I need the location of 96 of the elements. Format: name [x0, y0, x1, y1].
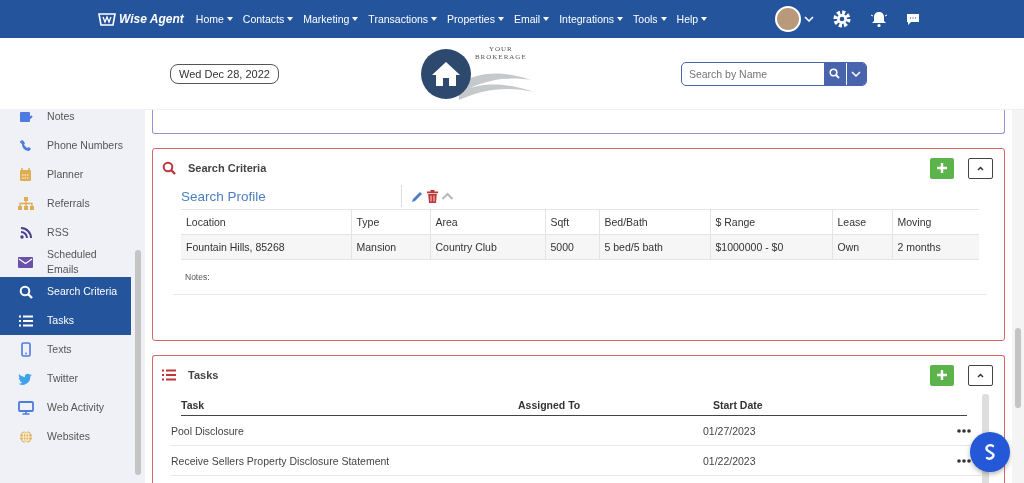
table-cell: Pool Disclosure — [171, 424, 244, 437]
card-title: Search Criteria — [188, 162, 267, 174]
column-header: Type — [351, 209, 430, 235]
notes-label: Notes: — [185, 272, 210, 282]
caret-icon — [226, 17, 233, 21]
collapse-button[interactable] — [968, 157, 993, 179]
column-header: Location — [181, 209, 351, 235]
menu-item[interactable]: Home — [195, 13, 233, 25]
search-icon — [829, 68, 841, 79]
app-logo-text: Wise Agent — [119, 12, 184, 26]
search-button[interactable] — [823, 62, 846, 85]
caret-icon — [431, 17, 438, 21]
add-button[interactable] — [930, 157, 954, 179]
search-box[interactable]: Search by Name — [680, 61, 867, 86]
chevron-up-icon — [977, 165, 984, 171]
card-title: Tasks — [188, 369, 219, 381]
calendar-icon — [19, 167, 33, 182]
menu-item[interactable]: Integrations — [559, 13, 624, 25]
column-header: Bed/Bath — [599, 209, 710, 235]
plus-icon — [937, 370, 947, 380]
scrollbar-thumb[interactable] — [1015, 328, 1021, 408]
caret-icon — [543, 17, 550, 21]
sidebar-item[interactable]: Websites — [0, 422, 131, 451]
note-icon — [18, 110, 33, 123]
monitor-icon — [17, 400, 34, 415]
caret-icon — [287, 17, 294, 21]
menu-item[interactable]: Properties — [447, 13, 504, 25]
envelope-icon — [18, 256, 34, 268]
sidebar-item[interactable]: Twitter — [0, 364, 131, 393]
sidebar-item[interactable]: Texts — [0, 335, 131, 364]
column-header: $ Range — [710, 209, 832, 235]
chat-icon[interactable] — [906, 12, 920, 26]
search-icon — [162, 161, 176, 175]
caret-icon — [617, 17, 624, 21]
column-header: Start Date — [713, 398, 763, 411]
column-header: Moving — [892, 209, 979, 235]
mobile-icon — [20, 342, 31, 357]
list-icon — [18, 314, 33, 327]
column-header: Lease — [832, 209, 892, 235]
table-cell: $1000000 - $0 — [710, 234, 832, 260]
bell-icon[interactable] — [870, 10, 888, 28]
sidebar-item[interactable]: Referrals — [0, 189, 131, 218]
menu-item[interactable]: Email — [513, 13, 550, 25]
pencil-icon[interactable] — [411, 189, 424, 203]
sidebar-item[interactable]: Phone Numbers — [0, 131, 131, 160]
sidebar-item[interactable]: Planner — [0, 160, 131, 189]
logo-icon — [982, 443, 998, 461]
caret-icon — [701, 17, 708, 21]
rss-icon — [19, 226, 32, 239]
settings-icon[interactable] — [832, 9, 852, 29]
sidebar-item[interactable]: Web Activity — [0, 393, 131, 422]
sitemap-icon — [17, 197, 34, 210]
date-display: Wed Dec 28, 2022 — [170, 63, 279, 84]
collapse-button[interactable] — [968, 364, 993, 386]
table-cell: 01/22/2023 — [703, 454, 756, 467]
globe-icon — [18, 429, 33, 444]
caret-icon — [660, 17, 667, 21]
chevron-up-icon — [977, 372, 984, 378]
menu-item[interactable]: Help — [676, 13, 708, 25]
plus-icon — [937, 163, 947, 173]
phone-icon — [18, 138, 33, 153]
sidebar-item[interactable]: Search Criteria — [0, 277, 131, 306]
logo-icon — [98, 12, 116, 26]
sidebar-item[interactable]: RSS — [0, 218, 131, 247]
sidebar-item[interactable]: Scheduled Emails — [0, 247, 131, 277]
table-cell: Receive Sellers Property Disclosure Statement — [171, 454, 390, 467]
profile-title: Search Profile — [181, 188, 267, 204]
column-header: Assigned To — [518, 398, 581, 411]
trash-icon[interactable] — [427, 189, 438, 203]
menu-item[interactable]: Contacts — [242, 13, 294, 25]
table-cell: Fountain Hills, 85268 — [181, 234, 351, 260]
scrollbar-thumb[interactable] — [135, 250, 141, 475]
more-icon[interactable] — [957, 428, 971, 433]
sidebar-item[interactable]: Notes — [0, 110, 131, 131]
table-cell: 5 bed/5 bath — [599, 234, 710, 260]
caret-icon — [497, 17, 504, 21]
column-header: Sqft — [545, 209, 599, 235]
caret-icon — [352, 17, 359, 21]
column-header: Area — [430, 209, 545, 235]
menu-item[interactable]: Transactions — [368, 13, 438, 25]
chevron-down-icon — [851, 70, 862, 77]
bird-icon — [18, 372, 34, 385]
search-icon — [18, 284, 33, 299]
table-cell: 2 months — [892, 234, 979, 260]
more-icon[interactable] — [957, 458, 971, 463]
add-button[interactable] — [930, 364, 954, 386]
column-header: Task — [181, 398, 205, 411]
sidebar-item[interactable]: Tasks — [0, 306, 131, 335]
table-cell: Country Club — [430, 234, 545, 260]
dropdown-button[interactable] — [845, 62, 866, 85]
chevron-down-icon[interactable] — [804, 16, 814, 22]
table-cell: 01/27/2023 — [703, 424, 756, 437]
list-icon — [162, 369, 176, 381]
menu-item[interactable]: Tools — [633, 13, 667, 25]
avatar[interactable] — [775, 6, 801, 32]
menu-item[interactable]: Marketing — [303, 13, 359, 25]
